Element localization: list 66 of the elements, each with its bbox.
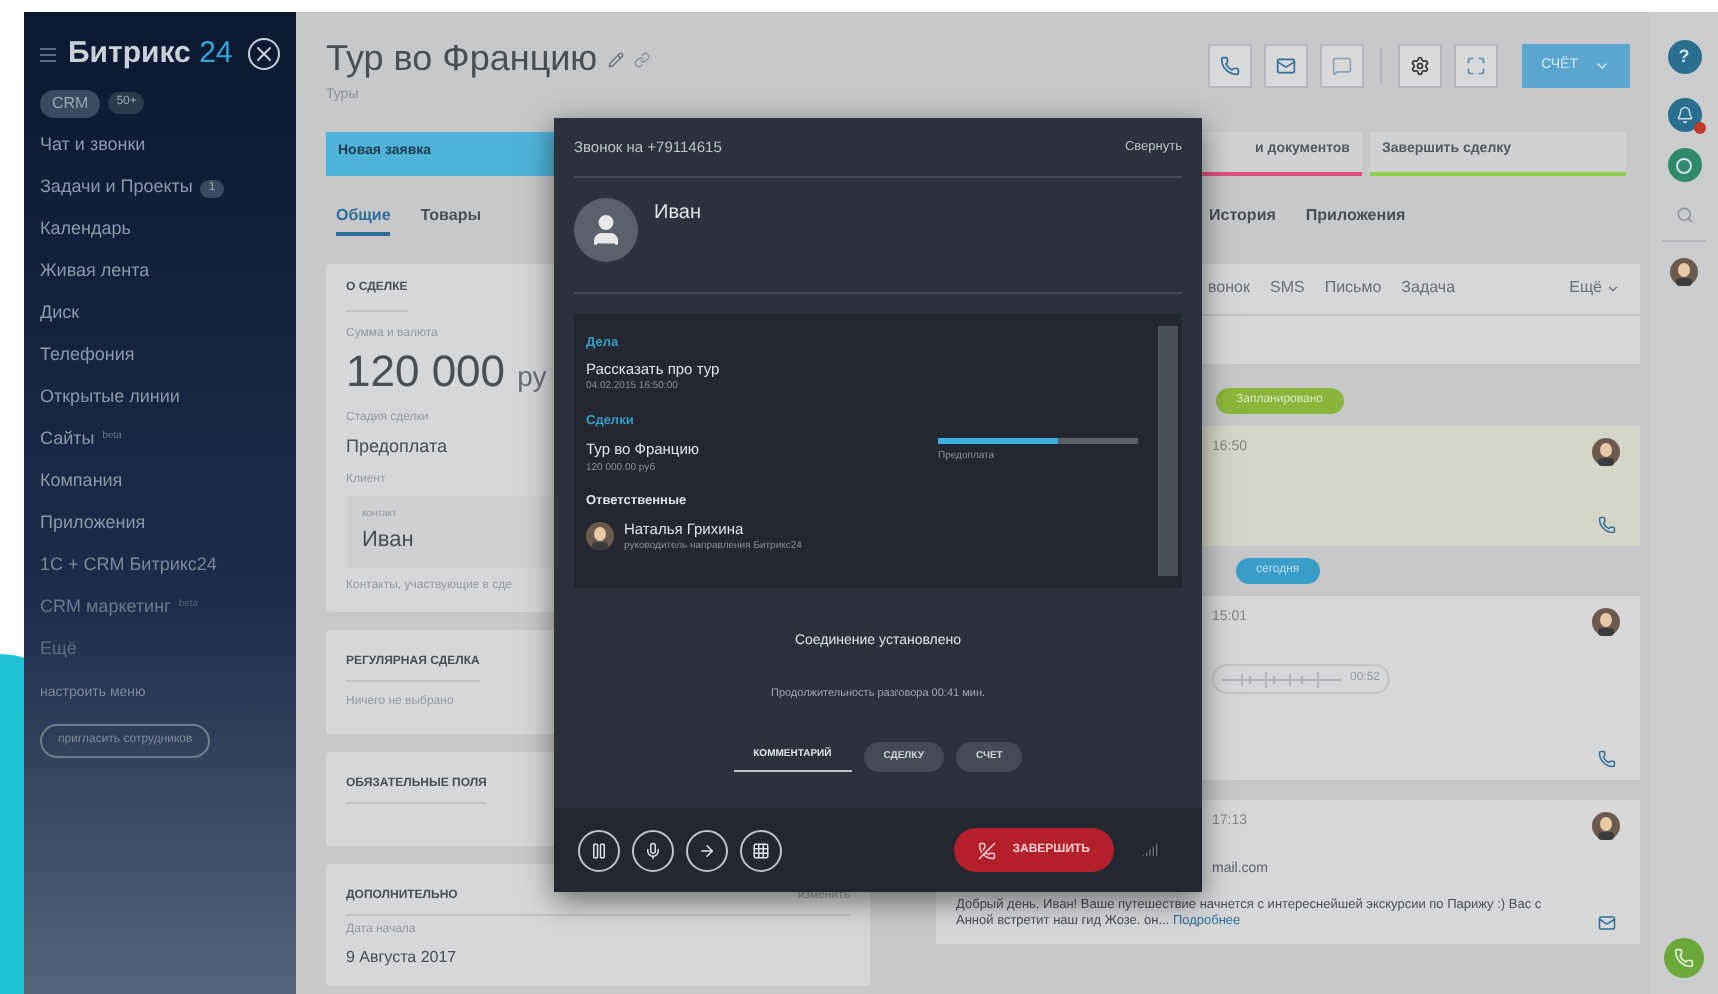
sidebar-item[interactable]: Компания	[40, 461, 280, 503]
help-button[interactable]: ?	[1667, 40, 1701, 74]
arrow-icon	[698, 841, 716, 859]
sidebar-item[interactable]: Диск	[40, 293, 280, 335]
activity-tab[interactable]: Задача	[1401, 276, 1456, 300]
user-avatar	[1592, 437, 1620, 465]
call-button[interactable]	[1664, 938, 1704, 978]
notifications-button[interactable]	[1667, 98, 1701, 132]
user-avatar	[1670, 258, 1698, 286]
user-avatar	[1592, 607, 1620, 635]
tab[interactable]: Общие	[336, 203, 391, 235]
phone-icon	[1674, 948, 1694, 968]
owner-avatar	[586, 522, 614, 551]
sidebar-item[interactable]: Открытые линии	[40, 377, 280, 419]
close-icon[interactable]	[248, 38, 280, 71]
sidebar-item[interactable]: Телефония	[40, 335, 280, 377]
waveform-icon	[1222, 671, 1342, 687]
caller-name: Иван	[654, 200, 701, 228]
chat-icon	[1331, 56, 1352, 76]
mail-button[interactable]	[1263, 44, 1308, 88]
keypad-icon	[752, 841, 770, 859]
mute-button[interactable]	[632, 829, 674, 871]
amount-value: 120 000 ру	[346, 349, 547, 393]
edit-icon[interactable]	[607, 51, 624, 67]
activity-tab[interactable]: Письмо	[1324, 276, 1382, 300]
signal-icon	[1142, 842, 1158, 858]
field-value: Предоплата	[346, 433, 447, 460]
settings-button[interactable]	[1397, 44, 1442, 88]
expand-icon	[1465, 56, 1486, 76]
activity-tab[interactable]: SMS	[1269, 276, 1305, 300]
tab[interactable]: История	[1209, 203, 1276, 235]
person-icon	[588, 212, 624, 248]
settings-icon	[1409, 56, 1430, 76]
bell-icon	[1675, 106, 1693, 124]
activity-tab[interactable]: вонок	[1208, 276, 1250, 300]
caret-icon	[1606, 281, 1620, 295]
sidebar-item[interactable]: 1С + CRM Битрикс24	[40, 545, 280, 587]
more-tab[interactable]: Ещё	[1569, 276, 1620, 300]
sidebar-item[interactable]: Сайты $^{beta}$	[40, 419, 280, 461]
keypad-button[interactable]	[740, 829, 782, 871]
logo: Битрикс 24	[68, 34, 233, 74]
field-value: 9 Августа 2017	[346, 946, 457, 970]
caret-icon	[1594, 58, 1610, 74]
sidebar-item[interactable]: Календарь	[40, 209, 280, 251]
deal-title: Тур во Францию	[326, 36, 598, 82]
crm-chip[interactable]: CRM	[40, 89, 101, 117]
envelope-icon	[1275, 56, 1296, 76]
microphone-icon	[644, 841, 662, 859]
pause-button[interactable]	[578, 829, 620, 871]
phone-icon[interactable]	[1597, 749, 1615, 767]
sidebar-item[interactable]: Чат и звонки	[40, 125, 280, 167]
status-button[interactable]	[1667, 148, 1701, 182]
phone-button[interactable]	[1207, 44, 1252, 88]
pause-icon	[590, 841, 608, 859]
transfer-button[interactable]	[686, 829, 728, 871]
sidebar-item[interactable]: Живая лента	[40, 251, 280, 293]
hangup-icon	[978, 841, 997, 859]
sidebar-item[interactable]: Приложения	[40, 503, 280, 545]
search-icon[interactable]	[1675, 206, 1693, 224]
menu-icon[interactable]	[40, 47, 56, 62]
tab[interactable]: Товары	[420, 203, 482, 235]
phone-icon[interactable]	[1597, 515, 1615, 533]
tab[interactable]: Приложения	[1305, 203, 1406, 235]
user-avatar	[1592, 811, 1620, 839]
mail-icon[interactable]	[1597, 914, 1615, 933]
phone-icon	[1219, 56, 1240, 76]
